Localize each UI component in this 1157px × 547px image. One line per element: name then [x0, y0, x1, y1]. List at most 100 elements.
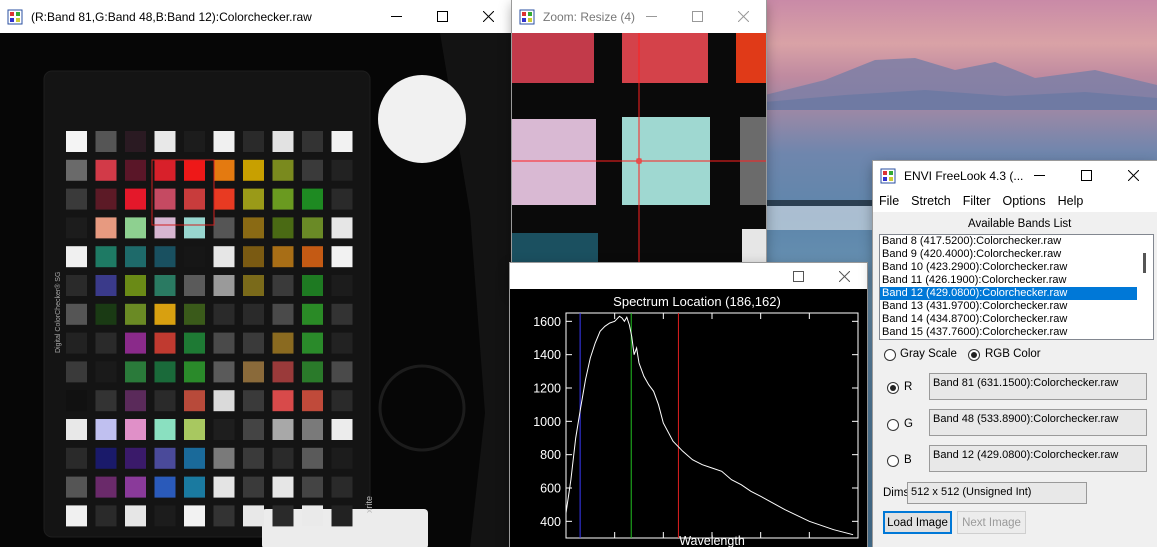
maximize-button[interactable] — [1063, 161, 1110, 190]
close-button[interactable] — [821, 263, 867, 289]
band-list-item[interactable]: Band 10 (423.2900):Colorchecker.raw — [880, 261, 1138, 274]
color-patch — [243, 505, 264, 527]
minimize-button[interactable] — [1016, 161, 1063, 190]
spectrum-window-titlebar[interactable] — [510, 263, 867, 289]
color-patch — [331, 246, 353, 268]
color-patch — [272, 131, 294, 152]
band-list-item[interactable]: Band 15 (437.7600):Colorchecker.raw — [880, 326, 1138, 339]
image-display-canvas[interactable]: Digital ColorChecker® SG xrite — [0, 33, 511, 547]
band-list-item[interactable]: Band 14 (434.8700):Colorchecker.raw — [880, 313, 1138, 326]
color-patch — [213, 390, 235, 412]
color-patch — [95, 419, 117, 440]
color-patch — [243, 332, 264, 354]
color-patch — [154, 303, 176, 325]
bands-list-scrollbar[interactable] — [1137, 234, 1154, 340]
minimize-button[interactable] — [373, 0, 419, 33]
color-patch — [302, 217, 323, 239]
minimize-button[interactable] — [628, 0, 674, 33]
load-image-button[interactable]: Load Image — [883, 511, 952, 534]
b-channel-radio[interactable] — [887, 455, 899, 467]
g-channel-label: G — [904, 418, 913, 430]
color-patch — [125, 447, 146, 469]
color-patch — [154, 332, 176, 354]
menu-filter[interactable]: Filter — [957, 194, 997, 208]
color-patch — [331, 390, 353, 412]
color-patch — [184, 361, 205, 383]
r-channel-radio[interactable] — [887, 382, 899, 394]
color-patch — [243, 419, 264, 440]
color-patch — [66, 390, 87, 412]
color-patch — [125, 131, 146, 152]
zoom-canvas[interactable] — [512, 33, 766, 290]
close-button[interactable] — [720, 0, 766, 33]
maximize-icon — [1081, 170, 1092, 181]
close-button[interactable] — [465, 0, 511, 33]
color-patch — [154, 188, 176, 210]
g-channel-radio[interactable] — [887, 419, 899, 431]
menu-options[interactable]: Options — [997, 194, 1052, 208]
next-image-button[interactable]: Next Image — [957, 511, 1026, 534]
target-label: Digital ColorChecker® SG — [54, 272, 62, 353]
color-patch — [331, 447, 353, 469]
color-patch — [331, 188, 353, 210]
color-patch — [331, 303, 353, 325]
freelook-titlebar[interactable]: ENVI FreeLook 4.3 (... — [873, 161, 1157, 190]
zoom-window[interactable]: Zoom: Resize (4) — [512, 0, 766, 290]
color-patch — [95, 217, 117, 239]
color-patch — [272, 390, 294, 412]
spectrum-chart: Spectrum Location (186,162) 400500600700… — [533, 294, 867, 547]
color-patch — [66, 131, 87, 152]
b-band-field[interactable]: Band 12 (429.0800):Colorchecker.raw — [929, 445, 1147, 472]
color-patch — [213, 361, 235, 383]
color-patch — [302, 159, 323, 181]
g-band-field[interactable]: Band 48 (533.8900):Colorchecker.raw — [929, 409, 1147, 436]
zoom-window-titlebar[interactable]: Zoom: Resize (4) — [512, 0, 766, 33]
close-icon — [737, 11, 749, 22]
spectrum-plot-canvas[interactable]: Spectrum Location (186,162) 400500600700… — [510, 289, 867, 547]
minimize-icon — [645, 16, 657, 17]
band-list-item[interactable]: Band 13 (431.9700):Colorchecker.raw — [880, 300, 1138, 313]
color-patch — [66, 476, 87, 498]
color-patch — [154, 217, 176, 239]
color-patch — [154, 390, 176, 412]
color-patch — [95, 476, 117, 498]
band-list-item[interactable]: Band 8 (417.5200):Colorchecker.raw — [880, 235, 1138, 248]
maximize-button[interactable] — [775, 263, 821, 289]
band-list-item[interactable]: Band 12 (429.0800):Colorchecker.raw — [880, 287, 1138, 300]
color-patch — [302, 188, 323, 210]
menu-stretch[interactable]: Stretch — [905, 194, 957, 208]
color-patch — [272, 303, 294, 325]
band-list-item[interactable]: Band 11 (426.1900):Colorchecker.raw — [880, 274, 1138, 287]
r-band-field[interactable]: Band 81 (631.1500):Colorchecker.raw — [929, 373, 1147, 400]
gray-scale-radio[interactable] — [884, 349, 896, 361]
maximize-button[interactable] — [674, 0, 720, 33]
color-patch — [272, 505, 294, 527]
color-patch — [154, 419, 176, 440]
menu-bar: File Stretch Filter Options Help — [873, 190, 1157, 212]
color-patch — [66, 505, 87, 527]
color-patch — [184, 275, 205, 296]
image-window[interactable]: (R:Band 81,G:Band 48,B:Band 12):Colorche… — [0, 0, 511, 547]
color-patch — [331, 476, 353, 498]
rgb-color-radio[interactable] — [968, 349, 980, 361]
color-patch — [95, 361, 117, 383]
bands-list[interactable]: Band 8 (417.5200):Colorchecker.raw Band 9… — [879, 234, 1139, 340]
spectrum-window[interactable]: Spectrum Location (186,162) 400500600700… — [510, 263, 867, 547]
close-button[interactable] — [1110, 161, 1157, 190]
color-patch — [125, 361, 146, 383]
scrollbar-thumb[interactable] — [1143, 253, 1146, 273]
color-patch — [125, 275, 146, 296]
maximize-button[interactable] — [419, 0, 465, 33]
band-list-item[interactable]: Band 9 (420.4000):Colorchecker.raw — [880, 248, 1138, 261]
color-patch — [154, 246, 176, 268]
freelook-window[interactable]: ENVI FreeLook 4.3 (... File Stretch Filt… — [873, 161, 1157, 547]
menu-help[interactable]: Help — [1052, 194, 1090, 208]
y-tick-label: 400 — [540, 515, 561, 529]
color-patch — [302, 131, 323, 152]
menu-file[interactable]: File — [873, 194, 905, 208]
zoom-image — [512, 33, 766, 290]
color-patch — [125, 505, 146, 527]
color-patch — [243, 188, 264, 210]
color-patch — [331, 332, 353, 354]
image-window-titlebar[interactable]: (R:Band 81,G:Band 48,B:Band 12):Colorche… — [0, 0, 511, 33]
